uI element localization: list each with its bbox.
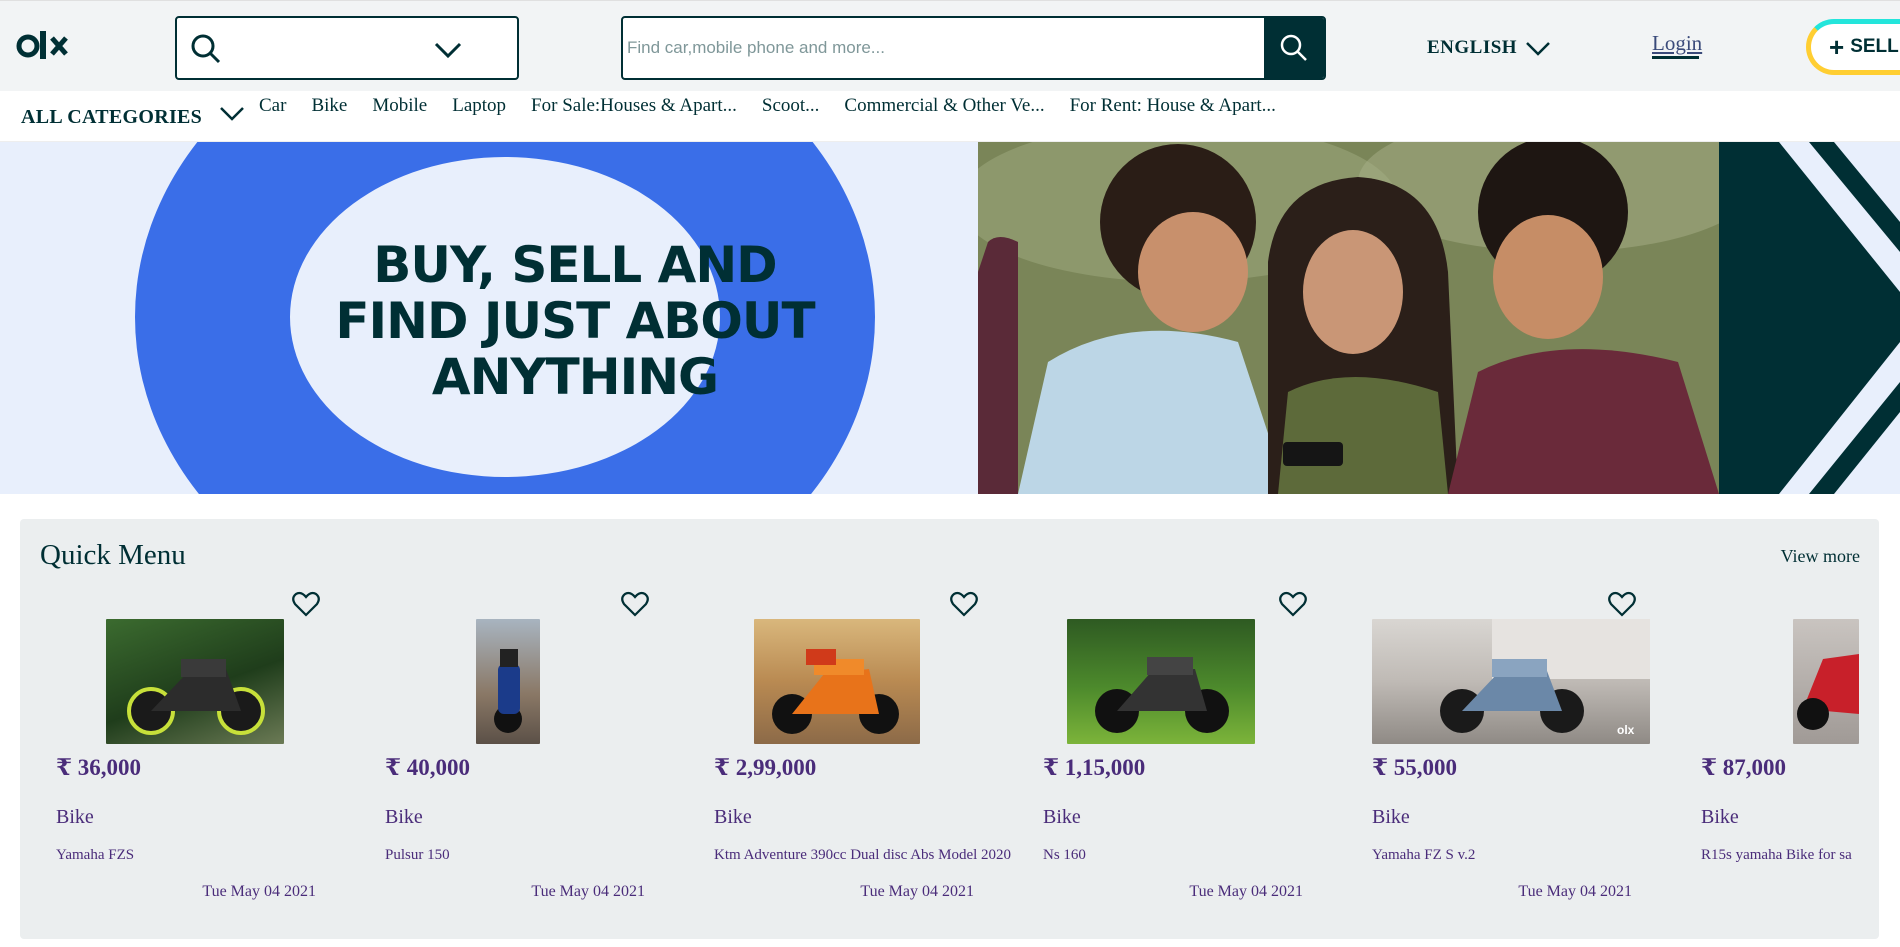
banner-headline: BUY, SELL AND FIND JUST ABOUT ANYTHING	[300, 237, 850, 405]
product-card[interactable]: ₹ 87,000 Bike R15s yamaha Bike for sa	[1685, 587, 1859, 947]
search-bar	[621, 16, 1326, 80]
banner-line-1: BUY, SELL AND	[373, 236, 777, 294]
heart-icon[interactable]	[621, 591, 649, 617]
search-icon	[191, 34, 221, 64]
quick-menu-section: Quick Menu View more ₹ 36,000 Bike Yamah…	[20, 519, 1879, 939]
login-link[interactable]: Login	[1652, 31, 1702, 56]
product-title[interactable]: Ns 160	[1043, 847, 1086, 864]
top-header: ENGLISH Login + SELL	[0, 0, 1900, 91]
product-category: Bike	[56, 806, 94, 828]
heart-icon[interactable]	[950, 591, 978, 617]
chevron-down-icon	[1526, 42, 1550, 56]
product-image[interactable]	[1793, 619, 1859, 744]
product-price: ₹ 36,000	[56, 755, 142, 780]
product-title[interactable]: Yamaha FZS	[56, 847, 134, 864]
sell-button[interactable]: + SELL	[1806, 19, 1900, 75]
category-link-mobile[interactable]: Mobile	[372, 95, 427, 117]
banner-next-panel[interactable]	[1719, 142, 1900, 494]
product-category: Bike	[714, 806, 752, 828]
login-underline	[1652, 56, 1699, 59]
product-price: ₹ 87,000	[1701, 755, 1787, 780]
product-title[interactable]: Yamaha FZ S v.2	[1372, 847, 1475, 864]
category-link-houses-for-sale[interactable]: For Sale:Houses & Apart...	[531, 95, 737, 117]
product-price: ₹ 40,000	[385, 755, 471, 780]
sell-label: SELL	[1850, 36, 1899, 57]
product-date: Tue May 04 2021	[531, 883, 645, 900]
product-category: Bike	[1372, 806, 1410, 828]
heart-icon[interactable]	[1279, 591, 1307, 617]
product-title[interactable]: Ktm Adventure 390cc Dual disc Abs Model …	[714, 847, 1011, 864]
product-title[interactable]: R15s yamaha Bike for sa	[1701, 847, 1859, 864]
product-image[interactable]	[1067, 619, 1255, 744]
category-link-scooters[interactable]: Scoot...	[762, 95, 820, 117]
banner-line-2: FIND JUST ABOUT	[335, 292, 815, 350]
category-link-houses-for-rent[interactable]: For Rent: House & Apart...	[1070, 95, 1276, 117]
quick-menu-title: Quick Menu	[40, 539, 186, 571]
language-selector[interactable]: ENGLISH	[1427, 34, 1551, 62]
product-image[interactable]: olx	[1372, 619, 1650, 744]
product-card[interactable]: ₹ 40,000 Bike Pulsur 150 Tue May 04 2021	[369, 587, 659, 947]
chevron-down-icon[interactable]	[218, 100, 246, 126]
heart-icon[interactable]	[1608, 591, 1636, 617]
olx-watermark-icon: olx	[1617, 723, 1635, 737]
category-link-commercial-vehicles[interactable]: Commercial & Other Ve...	[844, 95, 1044, 117]
product-category: Bike	[1701, 806, 1739, 828]
chevron-right-icon	[1779, 142, 1900, 494]
category-link-laptop[interactable]: Laptop	[452, 95, 506, 117]
product-price: ₹ 55,000	[1372, 755, 1458, 780]
product-category: Bike	[385, 806, 423, 828]
banner-line-3: ANYTHING	[431, 348, 719, 406]
product-image[interactable]	[476, 619, 540, 744]
product-date: Tue May 04 2021	[1189, 883, 1303, 900]
banner-photo	[978, 142, 1719, 494]
quick-menu-cards: ₹ 36,000 Bike Yamaha FZS Tue May 04 2021…	[40, 587, 1859, 947]
category-bar: ALL CATEGORIES Car Bike Mobile Laptop Fo…	[0, 91, 1900, 142]
product-price: ₹ 2,99,000	[714, 755, 817, 780]
all-categories-label[interactable]: ALL CATEGORIES	[21, 106, 202, 129]
banner-graphic: BUY, SELL AND FIND JUST ABOUT ANYTHING	[0, 142, 978, 494]
product-price: ₹ 1,15,000	[1043, 755, 1146, 780]
chevron-down-icon[interactable]	[433, 36, 463, 64]
search-button[interactable]	[1264, 18, 1324, 78]
heart-icon[interactable]	[292, 591, 320, 617]
plus-icon: +	[1829, 32, 1845, 62]
product-date: Tue May 04 2021	[1518, 883, 1632, 900]
product-date: Tue May 04 2021	[202, 883, 316, 900]
product-title[interactable]: Pulsur 150	[385, 847, 450, 864]
search-input[interactable]	[627, 18, 1265, 78]
product-card[interactable]: ₹ 1,15,000 Bike Ns 160 Tue May 04 2021	[1027, 587, 1317, 947]
location-selector[interactable]	[175, 16, 519, 80]
language-label: ENGLISH	[1427, 37, 1518, 58]
search-icon	[1280, 34, 1307, 61]
view-more-link[interactable]: View more	[1781, 546, 1860, 567]
product-card[interactable]: ₹ 36,000 Bike Yamaha FZS Tue May 04 2021	[40, 587, 330, 947]
product-image[interactable]	[106, 619, 284, 744]
hero-banner[interactable]: BUY, SELL AND FIND JUST ABOUT ANYTHING	[0, 142, 1900, 494]
product-date: Tue May 04 2021	[860, 883, 974, 900]
category-link-car[interactable]: Car	[259, 95, 286, 117]
olx-logo[interactable]	[16, 29, 74, 63]
product-card[interactable]: ₹ 2,99,000 Bike Ktm Adventure 390cc Dual…	[698, 587, 1011, 947]
category-link-bike[interactable]: Bike	[311, 95, 347, 117]
product-card[interactable]: olx ₹ 55,000 Bike Yamaha FZ S v.2 Tue Ma…	[1356, 587, 1650, 947]
product-image[interactable]	[754, 619, 920, 744]
product-category: Bike	[1043, 806, 1081, 828]
category-links: Car Bike Mobile Laptop For Sale:Houses &…	[259, 95, 1301, 117]
